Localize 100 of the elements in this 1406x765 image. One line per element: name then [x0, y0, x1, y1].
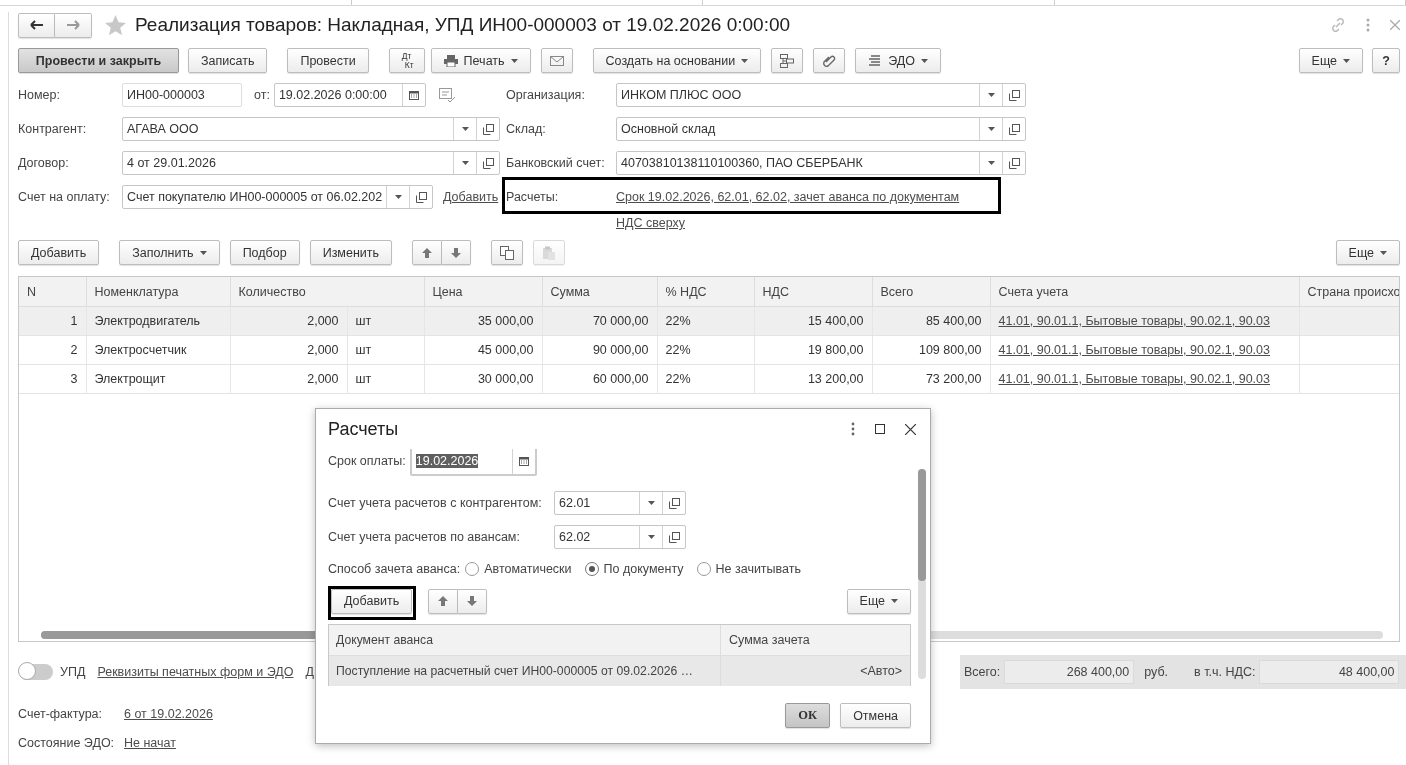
- column-header[interactable]: НДС: [754, 277, 872, 307]
- add-button[interactable]: Добавить: [18, 240, 100, 265]
- scrollbar[interactable]: [918, 469, 926, 679]
- column-header[interactable]: N: [19, 277, 86, 307]
- structure-button[interactable]: [771, 48, 804, 73]
- account-field[interactable]: 62.01: [554, 491, 686, 515]
- field-label: Счет на оплату:: [18, 190, 111, 204]
- column-header[interactable]: % НДС: [657, 277, 754, 307]
- column-header[interactable]: Всего: [872, 277, 990, 307]
- attach-button[interactable]: [813, 48, 846, 73]
- cancel-button[interactable]: Отмена: [840, 703, 911, 728]
- post-and-close-button[interactable]: Провести и закрыть: [18, 48, 179, 73]
- table-row[interactable]: 2 Электросчетчик 2,000 шт 45 000,00 90 000,00 22% 19 800,00 109 800,00 41.01, 90.01.1, Бытовые товары, 90.02.1, 90.03: [19, 335, 1399, 365]
- table-cell: 2,000: [230, 364, 347, 394]
- radio-label[interactable]: По документу: [603, 562, 684, 576]
- more-button[interactable]: Еще: [846, 588, 911, 614]
- radio-label[interactable]: Автоматически: [484, 562, 572, 576]
- edo-button[interactable]: ЭДО: [855, 48, 941, 73]
- create-based-button[interactable]: Создать на основании: [592, 48, 762, 73]
- advance-account-field[interactable]: 62.02: [554, 525, 686, 549]
- number-field[interactable]: ИН00-000003: [122, 83, 242, 107]
- settlements-link[interactable]: Срок 19.02.2026, 62.01, 62.02, зачет аванса по документам: [616, 190, 960, 204]
- table-cell: 1: [19, 306, 86, 336]
- back-button[interactable]: [18, 12, 55, 38]
- field-label: Срок оплаты:: [328, 454, 406, 468]
- field-label: Склад:: [506, 122, 547, 136]
- column-header[interactable]: Счета учета: [990, 277, 1299, 307]
- table-cell: Поступление на расчетный счет ИН00-000005 от 09.02.2026 …: [329, 656, 721, 686]
- table-row[interactable]: 3 Электрощит 2,000 шт 30 000,00 60 000,00 22% 13 200,00 73 200,00 41.01, 90.01.1, Бытовые товары, 90.02.1, 90.03: [19, 364, 1399, 394]
- due-date-field[interactable]: 19.02.2026: [409, 449, 537, 476]
- move-up-button[interactable]: [412, 240, 443, 265]
- clipboard-icon: [542, 245, 557, 260]
- column-header[interactable]: Сумма зачета: [721, 625, 910, 655]
- table-row[interactable]: Поступление на расчетный счет ИН00-000005 от 09.02.2026 … <Авто>: [329, 656, 910, 686]
- table-cell: шт: [347, 306, 424, 336]
- arrow-up-icon: [421, 246, 434, 259]
- table-cell: 15 400,00: [754, 306, 872, 336]
- more-button[interactable]: Еще: [1298, 48, 1363, 73]
- more-button[interactable]: Еще: [1335, 240, 1400, 265]
- arrow-down-icon: [466, 595, 479, 607]
- column-header[interactable]: Документ аванса: [329, 625, 721, 655]
- footer-link[interactable]: Реквизиты печатных форм и ЭДО: [97, 665, 294, 679]
- column-header[interactable]: Количество: [230, 277, 424, 307]
- open-icon: [668, 497, 680, 509]
- bank-account-field[interactable]: 40703810138110100360, ПАО СБЕРБАНК: [616, 151, 1026, 175]
- print-button[interactable]: Печать: [430, 48, 531, 73]
- warehouse-field[interactable]: Основной склад: [616, 117, 1026, 141]
- move-down-button[interactable]: [442, 240, 472, 265]
- table-cell: 70 000,00: [542, 306, 657, 336]
- footer-link[interactable]: Д: [305, 665, 314, 679]
- open-icon: [482, 157, 494, 169]
- dt-kt-button[interactable]: Дт Кт: [388, 48, 425, 73]
- organization-field[interactable]: ИНКОМ ПЛЮС ООО: [616, 83, 1026, 107]
- radio-label[interactable]: Не зачитывать: [715, 562, 801, 576]
- invoice-link[interactable]: 6 от 19.02.2026: [124, 706, 213, 721]
- field-label: Расчеты:: [506, 190, 560, 204]
- invoice-field[interactable]: Счет покупателю ИН00-000005 от 06.02.202: [122, 185, 433, 209]
- column-header[interactable]: Сумма: [542, 277, 657, 307]
- document-edit-icon[interactable]: [438, 88, 455, 102]
- caret-icon: [1380, 250, 1387, 255]
- accounts-link[interactable]: 41.01, 90.01.1, Бытовые товары, 90.02.1, 90.03: [998, 343, 1270, 357]
- column-header[interactable]: Цена: [424, 277, 542, 307]
- toggle-label: УПД: [60, 665, 86, 679]
- star-icon[interactable]: [105, 14, 126, 36]
- move-down-button[interactable]: [458, 588, 488, 614]
- add-button[interactable]: Добавить: [331, 588, 413, 614]
- column-header[interactable]: Номенклатура: [86, 277, 230, 307]
- post-button[interactable]: Провести: [287, 48, 369, 73]
- fill-button[interactable]: Заполнить: [119, 240, 220, 265]
- caret-icon: [647, 535, 655, 539]
- caret-icon: [510, 58, 518, 63]
- copy-button[interactable]: [491, 240, 524, 265]
- field-label: Номер:: [18, 88, 61, 102]
- accounts-link[interactable]: 41.01, 90.01.1, Бытовые товары, 90.02.1, 90.03: [998, 372, 1270, 386]
- field-label: Способ зачета аванса:: [328, 562, 461, 576]
- email-button[interactable]: [540, 48, 573, 73]
- more-icon[interactable]: [851, 422, 855, 436]
- ok-button[interactable]: ОК: [785, 703, 831, 728]
- pick-button[interactable]: Подбор: [229, 240, 300, 265]
- move-up-button[interactable]: [428, 588, 459, 614]
- date-field[interactable]: 19.02.2026 0:00:00: [273, 83, 426, 107]
- contractor-field[interactable]: АГАВА ООО: [122, 117, 500, 141]
- help-button[interactable]: ?: [1372, 48, 1400, 73]
- edo-status-link[interactable]: Не начат: [124, 735, 176, 750]
- vat-link[interactable]: НДС сверху: [616, 216, 685, 230]
- change-button[interactable]: Изменить: [309, 240, 393, 265]
- maximize-icon[interactable]: [875, 424, 885, 434]
- field-label: Счет учета расчетов по авансам:: [328, 530, 521, 544]
- table-row[interactable]: 1 Электродвигатель 2,000 шт 35 000,00 70 000,00 22% 15 400,00 85 400,00 41.01, 90.01.1, Бытовые товары, 90.02.1, 90.03: [19, 306, 1399, 336]
- upd-toggle[interactable]: [19, 664, 53, 680]
- field-label: Договор:: [18, 156, 70, 170]
- table-cell: 73 200,00: [872, 364, 990, 394]
- total-value: 268 400,00: [1004, 660, 1135, 684]
- window-title: Реализация товаров: Накладная, УПД ИН00-000003 от 19.02.2026 0:00:00: [135, 14, 791, 36]
- envelope-icon: [549, 55, 564, 66]
- close-icon[interactable]: [905, 423, 916, 435]
- table-cell: 30 000,00: [424, 364, 542, 394]
- contract-field[interactable]: 4 от 29.01.2026: [122, 151, 500, 175]
- add-link[interactable]: Добавить: [443, 190, 499, 204]
- save-button[interactable]: Записать: [188, 48, 268, 73]
